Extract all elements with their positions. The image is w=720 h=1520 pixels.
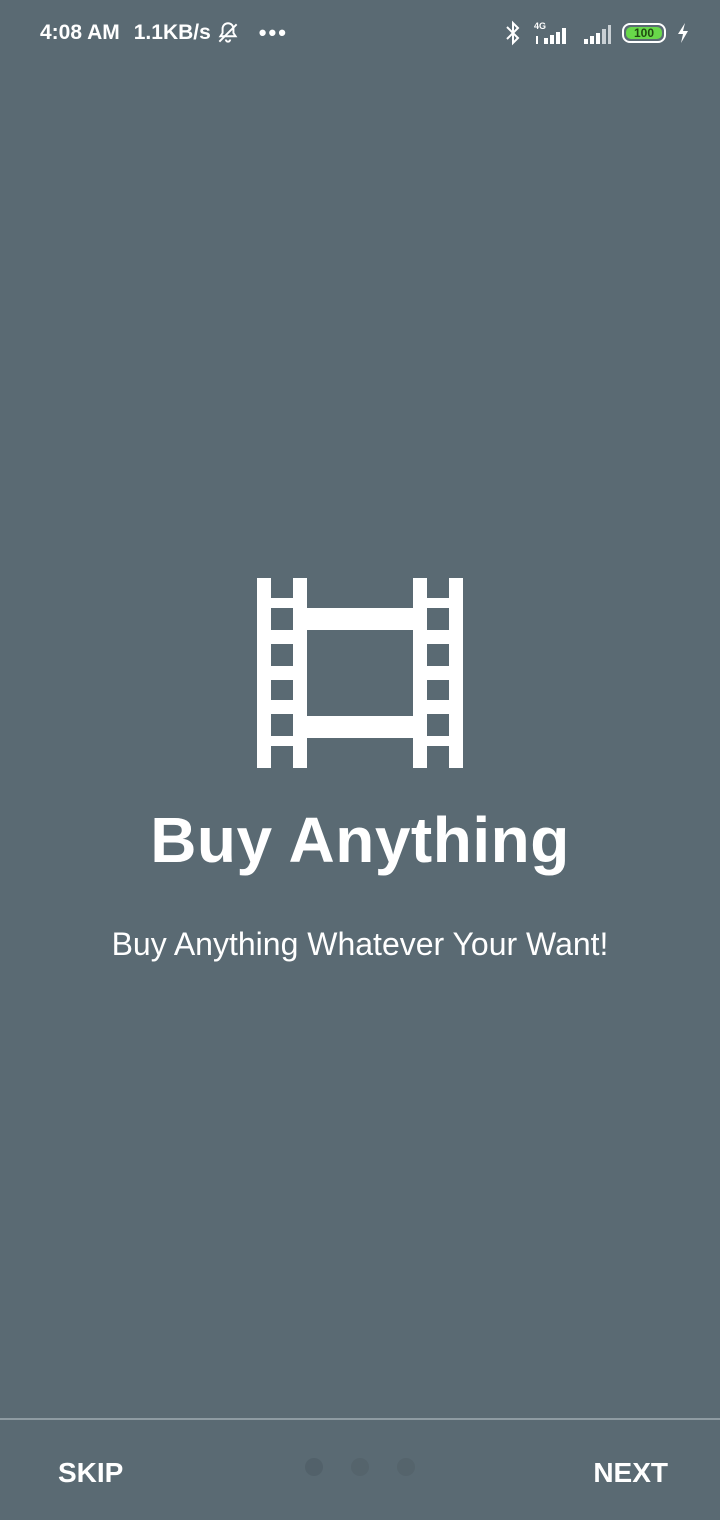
film-icon (257, 578, 463, 768)
battery-icon: 100 (622, 23, 666, 43)
charging-icon (678, 23, 688, 43)
signal-icon (584, 25, 611, 44)
onboarding-content: Buy Anything Buy Anything Whatever Your … (0, 578, 720, 960)
notification-muted-icon (218, 22, 238, 43)
onboarding-screen: 4:08 AM 1.1KB/s ••• 4G 100 Buy Anything … (0, 0, 720, 1520)
status-bar-left: 4:08 AM 1.1KB/s ••• (40, 20, 288, 46)
network-speed: 1.1KB/s (133, 21, 211, 44)
page-indicator-dot[interactable] (305, 1458, 323, 1476)
battery-level: 100 (626, 27, 662, 39)
status-bar-right: 4G 100 (504, 20, 690, 46)
page-indicator-dot[interactable] (397, 1458, 415, 1476)
svg-text:4G: 4G (534, 21, 546, 31)
onboarding-bottom-bar: SKIP NEXT (0, 1420, 720, 1520)
status-bar: 4:08 AM 1.1KB/s ••• 4G 100 (0, 0, 720, 70)
onboarding-title: Buy Anything (150, 804, 570, 876)
bluetooth-icon (506, 20, 520, 46)
next-button[interactable]: NEXT (593, 1457, 668, 1489)
onboarding-subtitle: Buy Anything Whatever Your Want! (111, 926, 609, 962)
status-time: 4:08 AM (40, 21, 120, 44)
more-notifications-icon: ••• (258, 20, 288, 45)
signal-4g-icon: 4G (534, 21, 566, 44)
page-indicator-dot[interactable] (351, 1458, 369, 1476)
